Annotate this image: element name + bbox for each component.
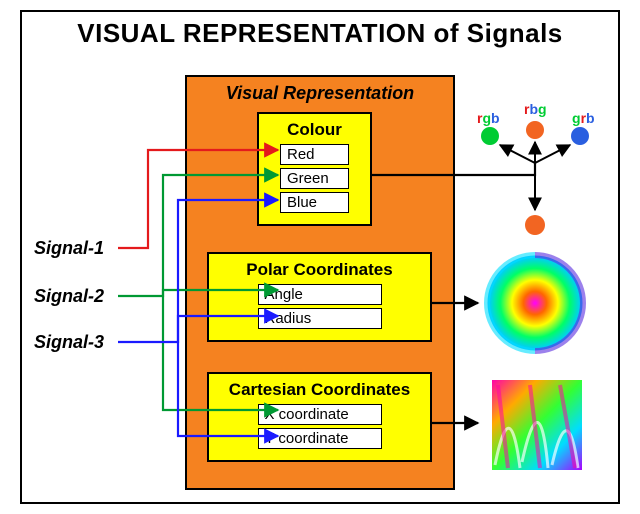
cartesian-x-slot: X coordinate — [258, 404, 382, 425]
polar-heading: Polar Coordinates — [217, 260, 422, 280]
perm3-b: b — [586, 110, 595, 126]
signal-2-label: Signal-2 — [34, 286, 104, 307]
colour-red-slot: Red — [280, 144, 349, 165]
perm1-b: b — [491, 110, 500, 126]
perm-grb-label: grb — [572, 110, 595, 126]
polar-box: Polar Coordinates Angle Radius — [207, 252, 432, 342]
perm-rgb-label: rgb — [477, 110, 500, 126]
cartesian-box: Cartesian Coordinates X coordinate Y coo… — [207, 372, 432, 462]
panel-title: Visual Representation — [187, 83, 453, 104]
colour-heading: Colour — [267, 120, 362, 140]
diagram-title: VISUAL REPRESENTATION of Signals — [0, 18, 640, 49]
signal-1-label: Signal-1 — [34, 238, 104, 259]
colour-blue-slot: Blue — [280, 192, 349, 213]
perm1-g: g — [482, 110, 491, 126]
colour-green-slot: Green — [280, 168, 349, 189]
signal-3-label: Signal-3 — [34, 332, 104, 353]
perm-rbg-label: rbg — [524, 101, 547, 117]
perm2-b: b — [529, 101, 538, 117]
perm2-g: g — [538, 101, 547, 117]
perm3-g: g — [572, 110, 581, 126]
cartesian-heading: Cartesian Coordinates — [217, 380, 422, 400]
polar-radius-slot: Radius — [258, 308, 382, 329]
cartesian-y-slot: Y coordinate — [258, 428, 382, 449]
polar-angle-slot: Angle — [258, 284, 382, 305]
visual-representation-panel: Visual Representation Colour Red Green B… — [185, 75, 455, 490]
colour-box: Colour Red Green Blue — [257, 112, 372, 226]
